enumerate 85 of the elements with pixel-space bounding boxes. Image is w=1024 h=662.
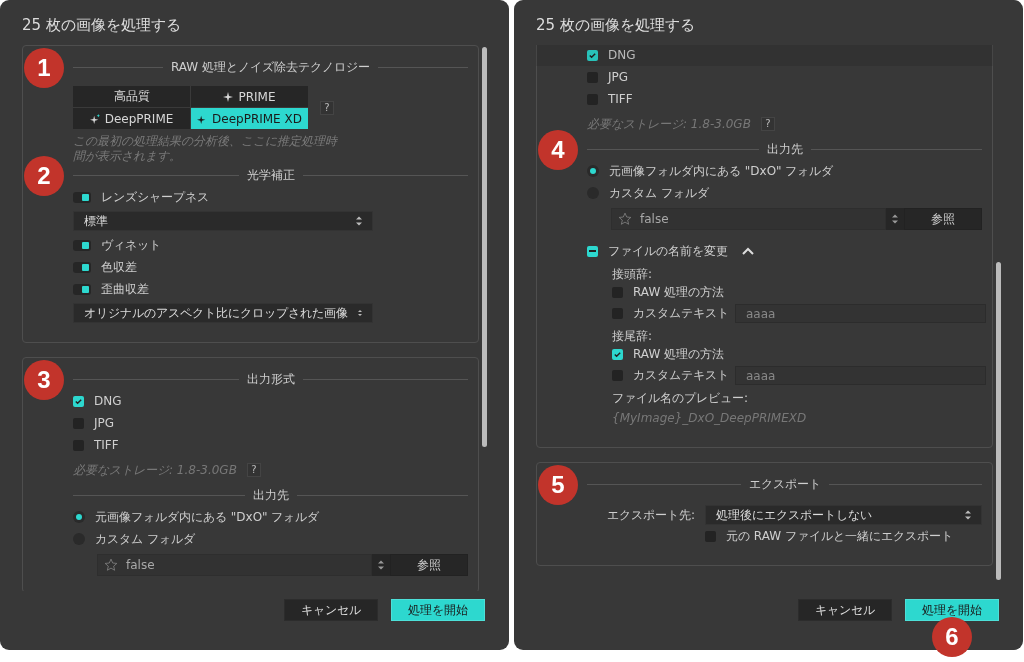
scrollbar[interactable] xyxy=(996,262,1001,580)
mode-option[interactable]: 高品質 xyxy=(73,86,190,107)
field-label: エクスポート先: xyxy=(607,506,696,524)
updown-icon xyxy=(892,214,898,224)
caret-icon[interactable] xyxy=(742,247,754,255)
option-label: カスタム フォルダ xyxy=(609,184,709,202)
toggle-switch[interactable] xyxy=(73,239,91,251)
checkbox[interactable] xyxy=(587,245,598,257)
toggle-switch[interactable] xyxy=(73,191,91,203)
radio-button[interactable] xyxy=(587,165,599,177)
option-label: カスタムテキスト xyxy=(633,367,725,384)
sparkle-icon xyxy=(223,91,234,102)
mode-option[interactable]: PRIME xyxy=(191,86,308,107)
star-icon xyxy=(104,558,118,572)
updown-icon xyxy=(356,216,362,226)
cancel-button[interactable]: キャンセル xyxy=(798,599,892,621)
radio-button[interactable] xyxy=(73,511,85,523)
checkbox[interactable] xyxy=(587,49,598,61)
help-button[interactable]: ? xyxy=(320,100,334,115)
dropdown[interactable]: 処理後にエクスポートしない xyxy=(705,505,982,525)
scrollbar[interactable] xyxy=(482,47,487,447)
spinner-button[interactable] xyxy=(886,208,904,230)
option-label: 元の RAW ファイルと一緒にエクスポート xyxy=(726,527,953,545)
toggle-switch[interactable] xyxy=(73,261,91,273)
help-button[interactable]: ? xyxy=(760,117,775,131)
option-label: レンズシャープネス xyxy=(101,188,209,206)
step-badge: 6 xyxy=(932,617,972,657)
dropdown[interactable]: 標準 xyxy=(73,211,373,231)
option-label: TIFF xyxy=(608,92,633,106)
field-label: ファイル名のプレビュー: xyxy=(612,390,750,406)
browse-button[interactable]: 参照 xyxy=(904,208,982,230)
section-heading: 出力先 xyxy=(766,140,803,158)
checkbox[interactable] xyxy=(73,395,84,407)
dialog-title: 25 枚の画像を処理する xyxy=(22,15,182,36)
updown-icon xyxy=(965,510,971,520)
option-label: 色収差 xyxy=(101,258,137,276)
section-heading: エクスポート xyxy=(748,475,821,493)
field-label: 接頭辞: xyxy=(612,266,654,282)
mode-option[interactable]: DeepPRIME XD xyxy=(191,108,308,129)
option-label: JPG xyxy=(608,70,629,84)
step-badge: 4 xyxy=(538,130,578,170)
option-label: RAW 処理の方法 xyxy=(633,284,725,301)
section-heading: 光学補正 xyxy=(246,166,295,184)
folder-field[interactable]: false xyxy=(97,554,372,576)
option-label: 元画像フォルダ内にある "DxO" フォルダ xyxy=(95,508,320,526)
option-label: JPG xyxy=(94,416,115,430)
option-label: カスタム フォルダ xyxy=(95,530,195,548)
start-button[interactable]: 処理を開始 xyxy=(391,599,485,621)
option-label: ファイルの名前を変更 xyxy=(608,242,728,260)
option-label: RAW 処理の方法 xyxy=(633,346,725,363)
option-label: DNG xyxy=(608,48,636,62)
option-label: 歪曲収差 xyxy=(101,280,149,298)
dropdown[interactable]: オリジナルのアスペクト比にクロップされた画像 xyxy=(73,303,373,323)
option-label: カスタムテキスト xyxy=(633,305,725,322)
section-heading: RAW 処理とノイズ除去テクノロジー xyxy=(170,58,371,76)
storage-note: 必要なストレージ: 1.8-3.0GB xyxy=(587,115,751,133)
toggle-switch[interactable] xyxy=(73,283,91,295)
step-badge: 1 xyxy=(24,48,64,88)
sparkles-icon xyxy=(89,113,100,124)
folder-field[interactable]: false xyxy=(611,208,886,230)
help-button[interactable]: ? xyxy=(246,463,261,477)
text-field[interactable]: aaaa xyxy=(735,304,986,323)
section-heading: 出力先 xyxy=(252,486,289,504)
field-label: 接尾辞: xyxy=(612,328,654,344)
cancel-button[interactable]: キャンセル xyxy=(284,599,378,621)
browse-button[interactable]: 参照 xyxy=(390,554,468,576)
option-label: TIFF xyxy=(94,438,119,452)
option-label: DNG xyxy=(94,394,122,408)
option-label: 元画像フォルダ内にある "DxO" フォルダ xyxy=(609,162,834,180)
step-badge: 2 xyxy=(24,156,64,196)
step-badge: 5 xyxy=(538,465,578,505)
checkbox[interactable] xyxy=(612,349,623,360)
dialog-title: 25 枚の画像を処理する xyxy=(536,15,696,36)
mode-option[interactable]: DeepPRIME xyxy=(73,108,190,129)
text-field[interactable]: aaaa xyxy=(735,366,986,385)
spinner-button[interactable] xyxy=(372,554,390,576)
star-icon xyxy=(618,212,632,226)
storage-note: 必要なストレージ: 1.8-3.0GB xyxy=(73,461,237,479)
option-label: ヴィネット xyxy=(101,236,161,254)
section-heading: 出力形式 xyxy=(246,370,295,388)
start-button[interactable]: 処理を開始 xyxy=(905,599,999,621)
step-badge: 3 xyxy=(24,360,64,400)
filename-preview: {MyImage}_DxO_DeepPRIMEXD xyxy=(612,411,808,425)
updown-icon xyxy=(378,560,384,570)
updown-icon xyxy=(358,308,362,318)
